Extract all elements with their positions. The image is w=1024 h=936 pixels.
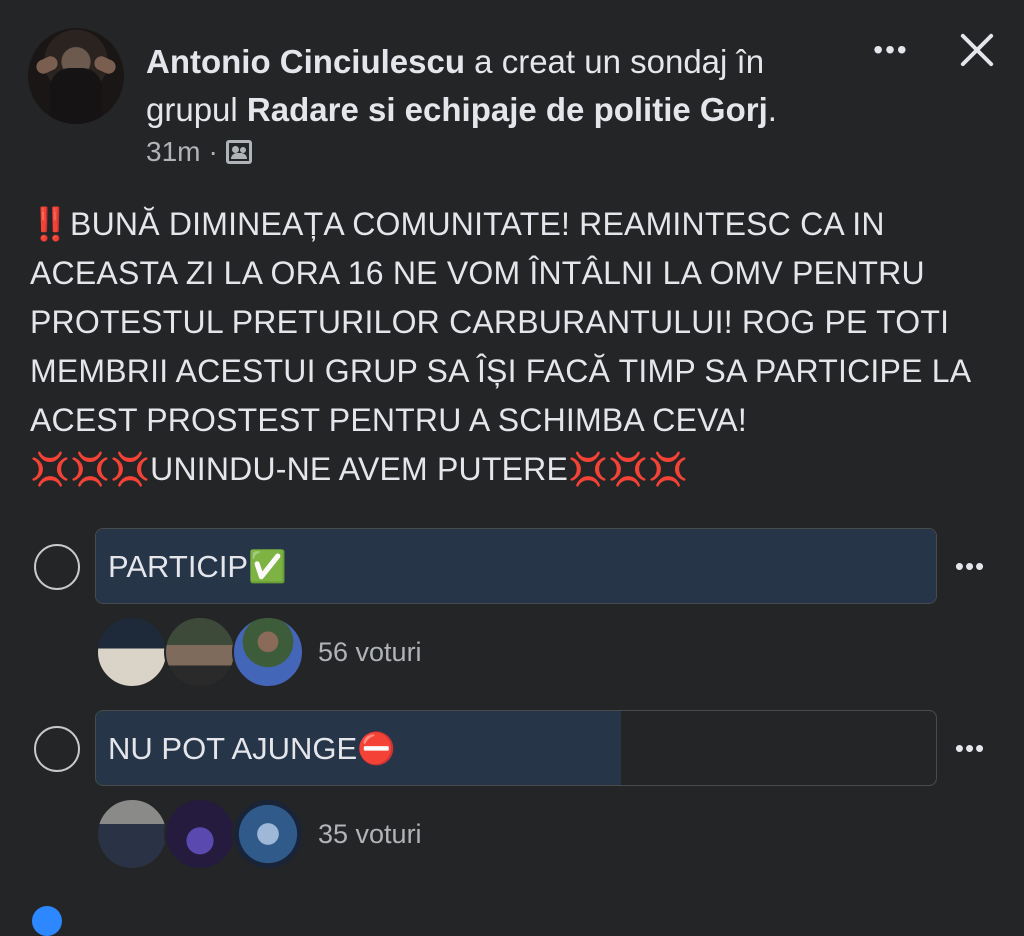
avatar-detail (50, 68, 102, 124)
close-icon[interactable] (952, 24, 1002, 74)
poll-radio[interactable] (34, 544, 80, 590)
voter-avatar (164, 798, 236, 870)
post-meta: 31m · (146, 136, 252, 168)
meta-separator: · (208, 136, 218, 167)
partial-icon (32, 906, 62, 936)
poll-option-more-button[interactable]: ••• (948, 546, 992, 586)
voter-avatar (232, 616, 304, 688)
post-more-button[interactable]: ••• (866, 30, 916, 70)
poll-vote-count[interactable]: 35 voturi (318, 819, 422, 850)
poll-option-label: PARTICIP✅ (108, 549, 287, 584)
post-header: Antonio Cinciulescu a creat un sondaj în… (146, 38, 846, 134)
author-avatar[interactable] (28, 28, 124, 124)
poll-voters[interactable]: 56 voturi (96, 614, 422, 690)
voter-avatar (232, 798, 304, 870)
poll-option-bar[interactable]: NU POT AJUNGE⛔️ (95, 710, 937, 786)
group-name-link[interactable]: Radare si echipaje de politie Gorj (247, 91, 768, 128)
header-period: . (767, 91, 777, 128)
poll-option[interactable]: NU POT AJUNGE⛔️ ••• (0, 710, 1024, 788)
poll-vote-count[interactable]: 56 voturi (318, 637, 422, 668)
poll-option-label: NU POT AJUNGE⛔️ (108, 731, 396, 766)
voter-avatar (164, 616, 236, 688)
poll-option-more-button[interactable]: ••• (948, 728, 992, 768)
poll-option-bar[interactable]: PARTICIP✅ (95, 528, 937, 604)
author-name-link[interactable]: Antonio Cinciulescu (146, 43, 465, 80)
poll-option[interactable]: PARTICIP✅ ••• (0, 528, 1024, 606)
post-text: ‼️BUNĂ DIMINEAȚA COMUNITATE! REAMINTESC … (30, 206, 977, 487)
group-icon (225, 140, 252, 164)
voter-avatar (96, 616, 168, 688)
post-timestamp[interactable]: 31m (146, 136, 200, 168)
voter-avatar (96, 798, 168, 870)
poll-radio[interactable] (34, 726, 80, 772)
poll-voters[interactable]: 35 voturi (96, 796, 422, 872)
